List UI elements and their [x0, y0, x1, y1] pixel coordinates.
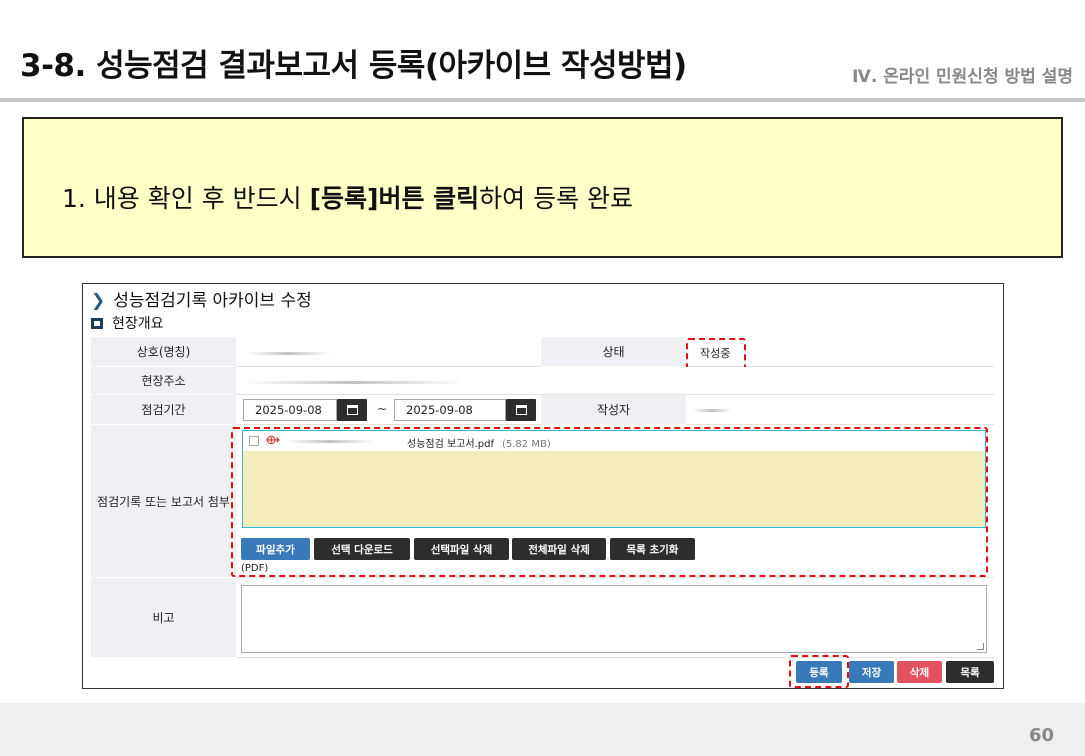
section-title: 현장개요: [112, 316, 164, 332]
instruction-suffix: 하여 등록 완료: [479, 184, 634, 213]
list-button[interactable]: 목록: [946, 661, 994, 683]
author-value: [686, 395, 994, 425]
section-label: 현장개요: [91, 313, 164, 333]
status-highlight: [686, 338, 746, 370]
start-date-input[interactable]: 2025-09-08: [243, 399, 337, 421]
calendar-icon: [515, 405, 527, 415]
status-label: 상태: [541, 337, 686, 367]
period-separator: ~: [377, 402, 388, 416]
page-number: 60: [1028, 725, 1054, 746]
register-highlight: [789, 655, 849, 688]
memo-textarea[interactable]: [241, 585, 987, 653]
address-label: 현장주소: [91, 367, 236, 395]
attach-label: 점검기록 또는 보고서 첨부: [91, 425, 236, 578]
end-date-calendar-button[interactable]: [506, 399, 536, 421]
instruction-box: 1. 내용 확인 후 반드시 [등록]버튼 클릭하여 등록 완료: [22, 117, 1063, 258]
address-value: [236, 367, 994, 395]
slide-footer: 60: [0, 703, 1085, 756]
redacted-company: [246, 352, 331, 355]
slide-section-label: Ⅳ. 온라인 민원신청 방법 설명: [852, 67, 1073, 87]
redacted-author: [692, 409, 732, 412]
end-date-input[interactable]: 2025-09-08: [394, 399, 506, 421]
company-value: [236, 337, 541, 367]
slide-title: 3-8. 성능점검 결과보고서 등록(아카이브 작성방법): [20, 48, 687, 84]
archive-edit-screen: ❯ 성능점검기록 아카이브 수정 현장개요 상호(명칭) 상태 작성중 현장주소 …: [82, 283, 1004, 689]
form-header: ❯ 성능점검기록 아카이브 수정: [91, 286, 312, 311]
title-divider: [0, 98, 1085, 102]
start-date-calendar-button[interactable]: [337, 399, 367, 421]
memo-label: 비고: [91, 578, 236, 658]
author-label: 작성자: [541, 395, 686, 425]
delete-button[interactable]: 삭제: [897, 661, 942, 683]
instruction-emphasis: [등록]버튼 클릭: [309, 184, 480, 213]
form-title: 성능점검기록 아카이브 수정: [113, 291, 312, 311]
save-button[interactable]: 저장: [849, 661, 894, 683]
attachment-highlight: [231, 427, 988, 577]
period-label: 점검기간: [91, 395, 236, 425]
company-label: 상호(명칭): [91, 337, 236, 367]
square-bullet-icon: [91, 317, 103, 329]
calendar-icon: [346, 405, 358, 415]
instruction-prefix: 1. 내용 확인 후 반드시: [62, 184, 310, 213]
redacted-address: [244, 381, 464, 384]
instruction-text: 1. 내용 확인 후 반드시 [등록]버튼 클릭하여 등록 완료: [62, 179, 633, 215]
resize-grip-icon[interactable]: [977, 643, 984, 650]
chevron-right-icon: ❯: [91, 291, 106, 311]
